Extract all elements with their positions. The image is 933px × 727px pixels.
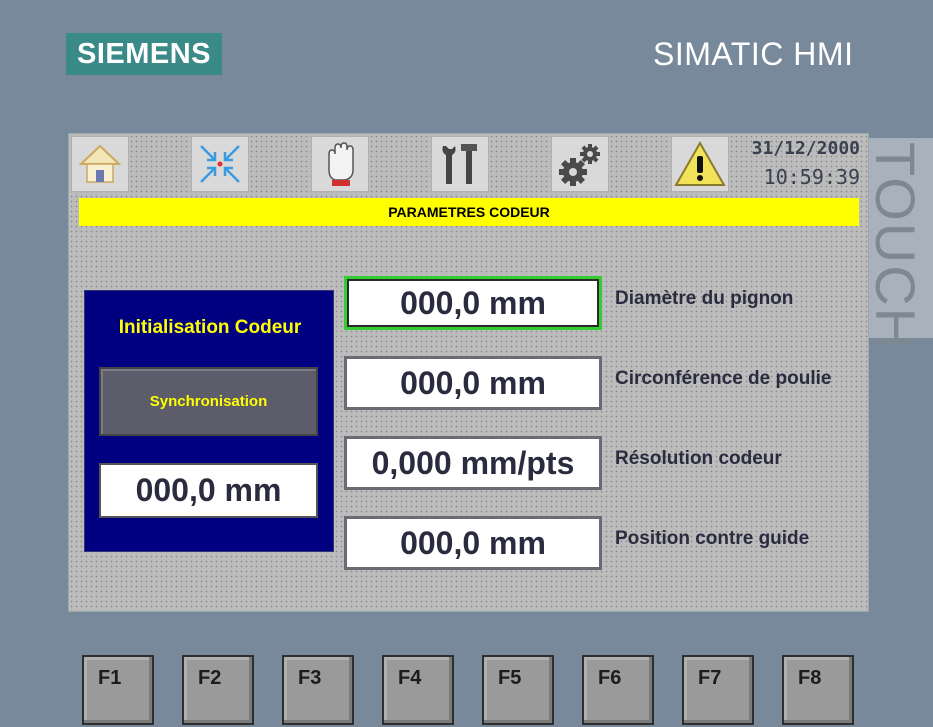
function-key-f4[interactable]: F4 bbox=[382, 655, 454, 725]
home-button[interactable] bbox=[71, 136, 129, 192]
home-icon bbox=[78, 144, 122, 183]
manual-button[interactable] bbox=[311, 136, 369, 192]
warning-icon bbox=[674, 140, 726, 186]
function-key-label: F5 bbox=[498, 667, 522, 689]
pinion-diameter-field[interactable]: 000,0 mm bbox=[344, 276, 602, 330]
hmi-bezel: SIEMENS SIMATIC HMI TOUCH 31/12/2000 10:… bbox=[0, 0, 933, 727]
function-key-label: F6 bbox=[598, 667, 622, 689]
pulley-circumference-label: Circonférence de poulie bbox=[615, 368, 832, 389]
init-value-field[interactable]: 000,0 mm bbox=[99, 463, 318, 518]
guide-position-label: Position contre guide bbox=[615, 528, 810, 549]
function-key-label: F2 bbox=[198, 667, 222, 689]
function-key-f6[interactable]: F6 bbox=[582, 655, 654, 725]
function-key-f8[interactable]: F8 bbox=[782, 655, 854, 725]
function-key-f3[interactable]: F3 bbox=[282, 655, 354, 725]
tools-icon bbox=[442, 144, 477, 184]
function-key-f7[interactable]: F7 bbox=[682, 655, 754, 725]
function-key-label: F4 bbox=[398, 667, 422, 689]
alarm-button[interactable] bbox=[671, 136, 729, 192]
function-key-label: F1 bbox=[98, 667, 122, 689]
arrows-in-icon bbox=[200, 145, 240, 183]
function-key-label: F7 bbox=[698, 667, 722, 689]
synchronisation-button[interactable]: Synchronisation bbox=[99, 367, 318, 436]
function-key-f1[interactable]: F1 bbox=[82, 655, 154, 725]
siemens-logo: SIEMENS bbox=[66, 33, 222, 75]
hmi-screen: 31/12/2000 10:59:39 PARAMETRES CODEUR In… bbox=[68, 133, 869, 612]
init-panel: Initialisation Codeur Synchronisation 00… bbox=[84, 290, 334, 552]
hand-icon bbox=[328, 142, 354, 186]
function-key-f2[interactable]: F2 bbox=[182, 655, 254, 725]
screen-title: PARAMETRES CODEUR bbox=[79, 198, 859, 226]
init-panel-title: Initialisation Codeur bbox=[118, 317, 302, 338]
function-key-label: F3 bbox=[298, 667, 322, 689]
function-key-f5[interactable]: F5 bbox=[482, 655, 554, 725]
settings-button[interactable] bbox=[551, 136, 609, 192]
encoder-resolution-field[interactable]: 0,000 mm/pts bbox=[344, 436, 602, 490]
encoder-button[interactable] bbox=[191, 136, 249, 192]
pulley-circumference-field[interactable]: 000,0 mm bbox=[344, 356, 602, 410]
guide-position-field[interactable]: 000,0 mm bbox=[344, 516, 602, 570]
gears-icon bbox=[559, 144, 600, 186]
date-text: 31/12/2000 bbox=[751, 138, 860, 159]
encoder-resolution-label: Résolution codeur bbox=[615, 448, 782, 469]
datetime-display: 31/12/2000 10:59:39 bbox=[730, 136, 860, 192]
time-text: 10:59:39 bbox=[763, 165, 860, 189]
pinion-diameter-label: Diamètre du pignon bbox=[615, 288, 794, 309]
touch-label-text: TOUCH bbox=[864, 142, 927, 351]
function-key-label: F8 bbox=[798, 667, 822, 689]
touch-label: TOUCH bbox=[864, 138, 933, 350]
model-name: SIMATIC HMI bbox=[653, 36, 854, 72]
tools-button[interactable] bbox=[431, 136, 489, 192]
